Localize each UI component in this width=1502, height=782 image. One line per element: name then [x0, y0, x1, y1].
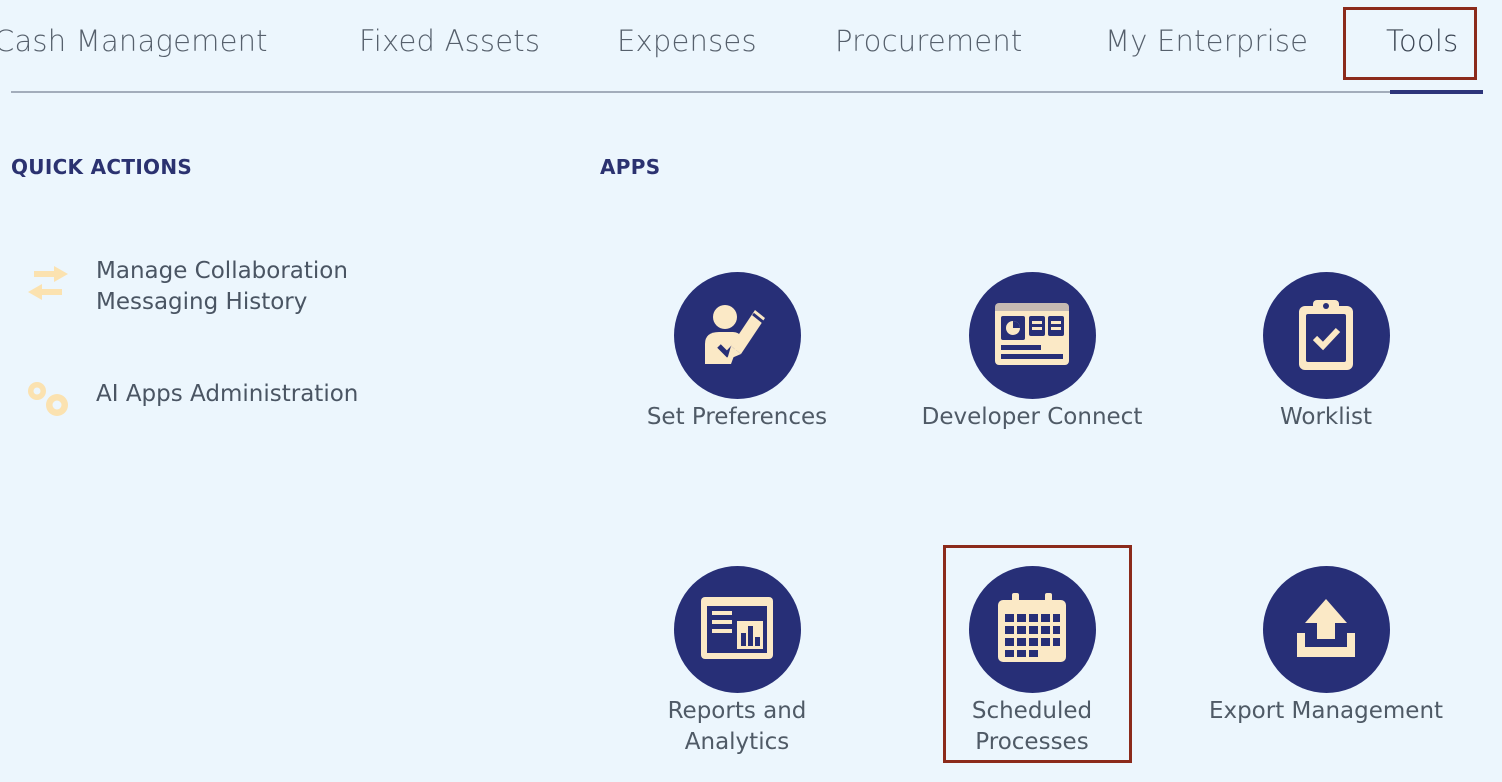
developer-dashboard-icon	[991, 299, 1073, 373]
tab-cash-management[interactable]: Cash Management	[0, 24, 268, 58]
arrows-exchange-icon	[24, 256, 72, 304]
clipboard-check-icon	[1291, 294, 1361, 378]
app-reports-and-analytics[interactable]: Reports and Analytics	[617, 566, 857, 758]
tab-expenses[interactable]: Expenses	[617, 24, 757, 58]
app-label: Developer Connect	[921, 404, 1143, 430]
app-worklist[interactable]: Worklist	[1206, 272, 1446, 433]
quick-action-label: Manage Collaboration Messaging History	[96, 258, 348, 315]
tab-divider	[11, 91, 1483, 93]
app-label: Export Management	[1208, 698, 1444, 724]
app-set-preferences[interactable]: Set Preferences	[617, 272, 857, 433]
navigation-tab-bar: Cash Management Fixed Assets Expenses Pr…	[0, 0, 1502, 96]
tools-tab-highlight-box	[1343, 7, 1477, 80]
report-chart-icon	[697, 593, 777, 667]
tab-procurement[interactable]: Procurement	[835, 24, 1023, 58]
scheduled-processes-highlight-box	[943, 545, 1132, 763]
app-label: Set Preferences	[646, 404, 828, 430]
app-icon-circle	[1262, 566, 1390, 693]
user-edit-icon	[697, 294, 777, 378]
app-developer-connect[interactable]: Developer Connect	[912, 272, 1152, 433]
app-export-management[interactable]: Export Management	[1206, 566, 1446, 727]
app-label: Worklist	[1279, 404, 1373, 430]
upload-icon	[1291, 593, 1361, 667]
active-tab-indicator	[1390, 90, 1483, 94]
app-icon-circle	[968, 272, 1096, 399]
apps-heading: APPS	[600, 155, 661, 179]
app-icon-circle	[673, 566, 801, 693]
ai-gears-icon	[24, 379, 72, 427]
quick-action-label: AI Apps Administration	[96, 381, 359, 407]
quick-action-ai-apps-administration[interactable]: AI Apps Administration	[24, 379, 476, 427]
app-label: Reports and Analytics	[667, 698, 807, 755]
quick-actions-heading: QUICK ACTIONS	[11, 155, 193, 179]
app-icon-circle	[673, 272, 801, 399]
tab-my-enterprise[interactable]: My Enterprise	[1105, 24, 1308, 58]
quick-action-manage-collaboration-messaging-history[interactable]: Manage Collaboration Messaging History	[24, 256, 476, 318]
tab-fixed-assets[interactable]: Fixed Assets	[359, 24, 540, 58]
app-icon-circle	[1262, 272, 1390, 399]
